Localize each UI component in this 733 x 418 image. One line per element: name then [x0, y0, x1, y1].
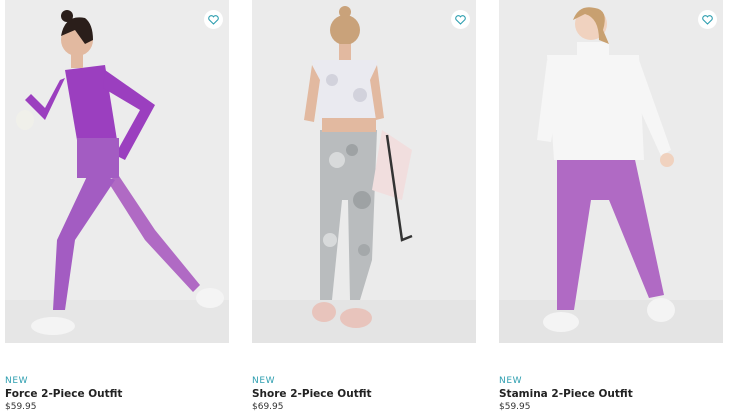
new-badge: NEW — [252, 376, 276, 386]
heart-icon — [702, 14, 713, 25]
product-price: $59.95 — [5, 402, 37, 412]
product-price: $59.95 — [499, 402, 531, 412]
new-badge: NEW — [499, 376, 523, 386]
favorite-button[interactable] — [451, 10, 470, 29]
product-image[interactable] — [5, 0, 229, 343]
product-card[interactable]: NEW Shore 2-Piece Outfit $69.95 — [252, 0, 476, 412]
product-grid: NEW Force 2-Piece Outfit $59.95 NEW Shor… — [0, 0, 733, 418]
favorite-button[interactable] — [698, 10, 717, 29]
product-name[interactable]: Shore 2-Piece Outfit — [252, 388, 372, 400]
heart-icon — [455, 14, 466, 25]
model-photo — [252, 0, 476, 343]
product-card[interactable]: NEW Force 2-Piece Outfit $59.95 — [5, 0, 229, 412]
model-photo — [5, 0, 229, 343]
product-name[interactable]: Stamina 2-Piece Outfit — [499, 388, 633, 400]
new-badge: NEW — [5, 376, 29, 386]
product-price: $69.95 — [252, 402, 284, 412]
product-image[interactable] — [252, 0, 476, 343]
product-name[interactable]: Force 2-Piece Outfit — [5, 388, 122, 400]
product-card[interactable]: NEW Stamina 2-Piece Outfit $59.95 — [499, 0, 723, 412]
heart-icon — [208, 14, 219, 25]
model-photo — [499, 0, 723, 343]
favorite-button[interactable] — [204, 10, 223, 29]
product-image[interactable] — [499, 0, 723, 343]
